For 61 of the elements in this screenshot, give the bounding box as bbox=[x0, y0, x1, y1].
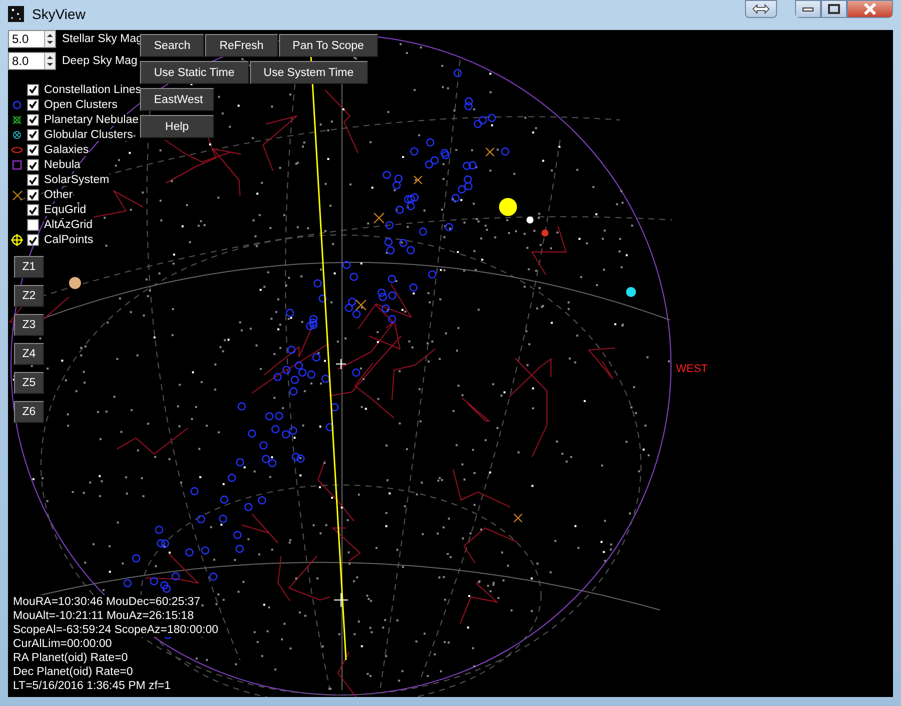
planet-dot bbox=[526, 216, 534, 224]
window-title: SkyView bbox=[32, 6, 86, 22]
command-button[interactable]: Search bbox=[140, 34, 204, 57]
checkbox[interactable] bbox=[27, 159, 39, 172]
planet-dot bbox=[542, 230, 548, 236]
globular-cluster-icon bbox=[12, 130, 22, 140]
magnitude-spinner[interactable]: 8.0 bbox=[8, 52, 56, 70]
square-icon bbox=[12, 160, 22, 170]
layer-label: EquGrid bbox=[44, 204, 86, 216]
command-button[interactable]: Use Static Time bbox=[140, 61, 249, 84]
zoom-button[interactable]: Z1 bbox=[14, 256, 44, 278]
layer-label: Planetary Nebulae bbox=[44, 114, 139, 126]
checkbox[interactable] bbox=[27, 204, 39, 216]
sun-dot bbox=[499, 198, 517, 216]
checkbox[interactable] bbox=[27, 234, 39, 246]
checkbox[interactable] bbox=[27, 128, 39, 141]
zoom-button[interactable]: Z5 bbox=[14, 372, 44, 394]
command-button[interactable]: EastWest bbox=[140, 88, 214, 111]
layer-label: Galaxies bbox=[44, 144, 89, 156]
zoom-button[interactable]: Z3 bbox=[14, 314, 44, 336]
checkbox[interactable] bbox=[27, 144, 39, 156]
checkbox[interactable] bbox=[27, 114, 39, 126]
command-button[interactable]: Use System Time bbox=[250, 61, 368, 84]
checkbox[interactable] bbox=[27, 189, 39, 202]
layer-label: Globular Clusters bbox=[44, 128, 133, 141]
layer-label: Open Clusters bbox=[44, 98, 118, 111]
layer-label: CalPoints bbox=[44, 234, 94, 246]
checkbox[interactable] bbox=[27, 84, 39, 96]
command-button[interactable]: Help bbox=[140, 115, 214, 138]
cross-icon bbox=[12, 190, 22, 201]
close-icon bbox=[863, 3, 877, 15]
checkbox[interactable] bbox=[27, 174, 39, 186]
layer-label: SolarSystem bbox=[44, 174, 110, 186]
maximize-button[interactable] bbox=[821, 0, 847, 18]
zoom-button[interactable]: Z6 bbox=[14, 401, 44, 423]
layer-label: Constellation Lines bbox=[44, 84, 142, 96]
galaxy-icon bbox=[11, 146, 23, 154]
planetary-nebula-icon bbox=[12, 114, 22, 125]
close-button[interactable] bbox=[847, 0, 893, 18]
command-button[interactable]: Pan To Scope bbox=[278, 34, 378, 57]
magnitude-label: Deep Sky Mag bbox=[62, 55, 138, 67]
minimize-icon bbox=[802, 6, 814, 12]
minimize-button[interactable] bbox=[795, 0, 821, 18]
planet-dot bbox=[69, 277, 81, 289]
layer-label: AltAzGrid bbox=[44, 219, 93, 232]
star-field-icon bbox=[8, 6, 24, 22]
checkbox[interactable] bbox=[27, 98, 39, 111]
crosshair-icon bbox=[11, 234, 23, 246]
layer-label: Other bbox=[44, 189, 73, 202]
command-button[interactable]: ReFresh bbox=[205, 34, 278, 57]
resize-button[interactable] bbox=[745, 0, 777, 18]
circle-icon bbox=[12, 100, 22, 110]
planet-dot bbox=[626, 287, 636, 297]
double-arrow-icon bbox=[752, 4, 770, 14]
zoom-button[interactable]: Z4 bbox=[14, 343, 44, 365]
magnitude-spinner[interactable]: 5.0 bbox=[8, 30, 56, 48]
maximize-icon bbox=[828, 4, 840, 14]
zoom-button[interactable]: Z2 bbox=[14, 285, 44, 307]
compass-label: WEST bbox=[676, 363, 708, 375]
checkbox[interactable] bbox=[27, 219, 39, 232]
layer-label: Nebula bbox=[44, 159, 80, 172]
